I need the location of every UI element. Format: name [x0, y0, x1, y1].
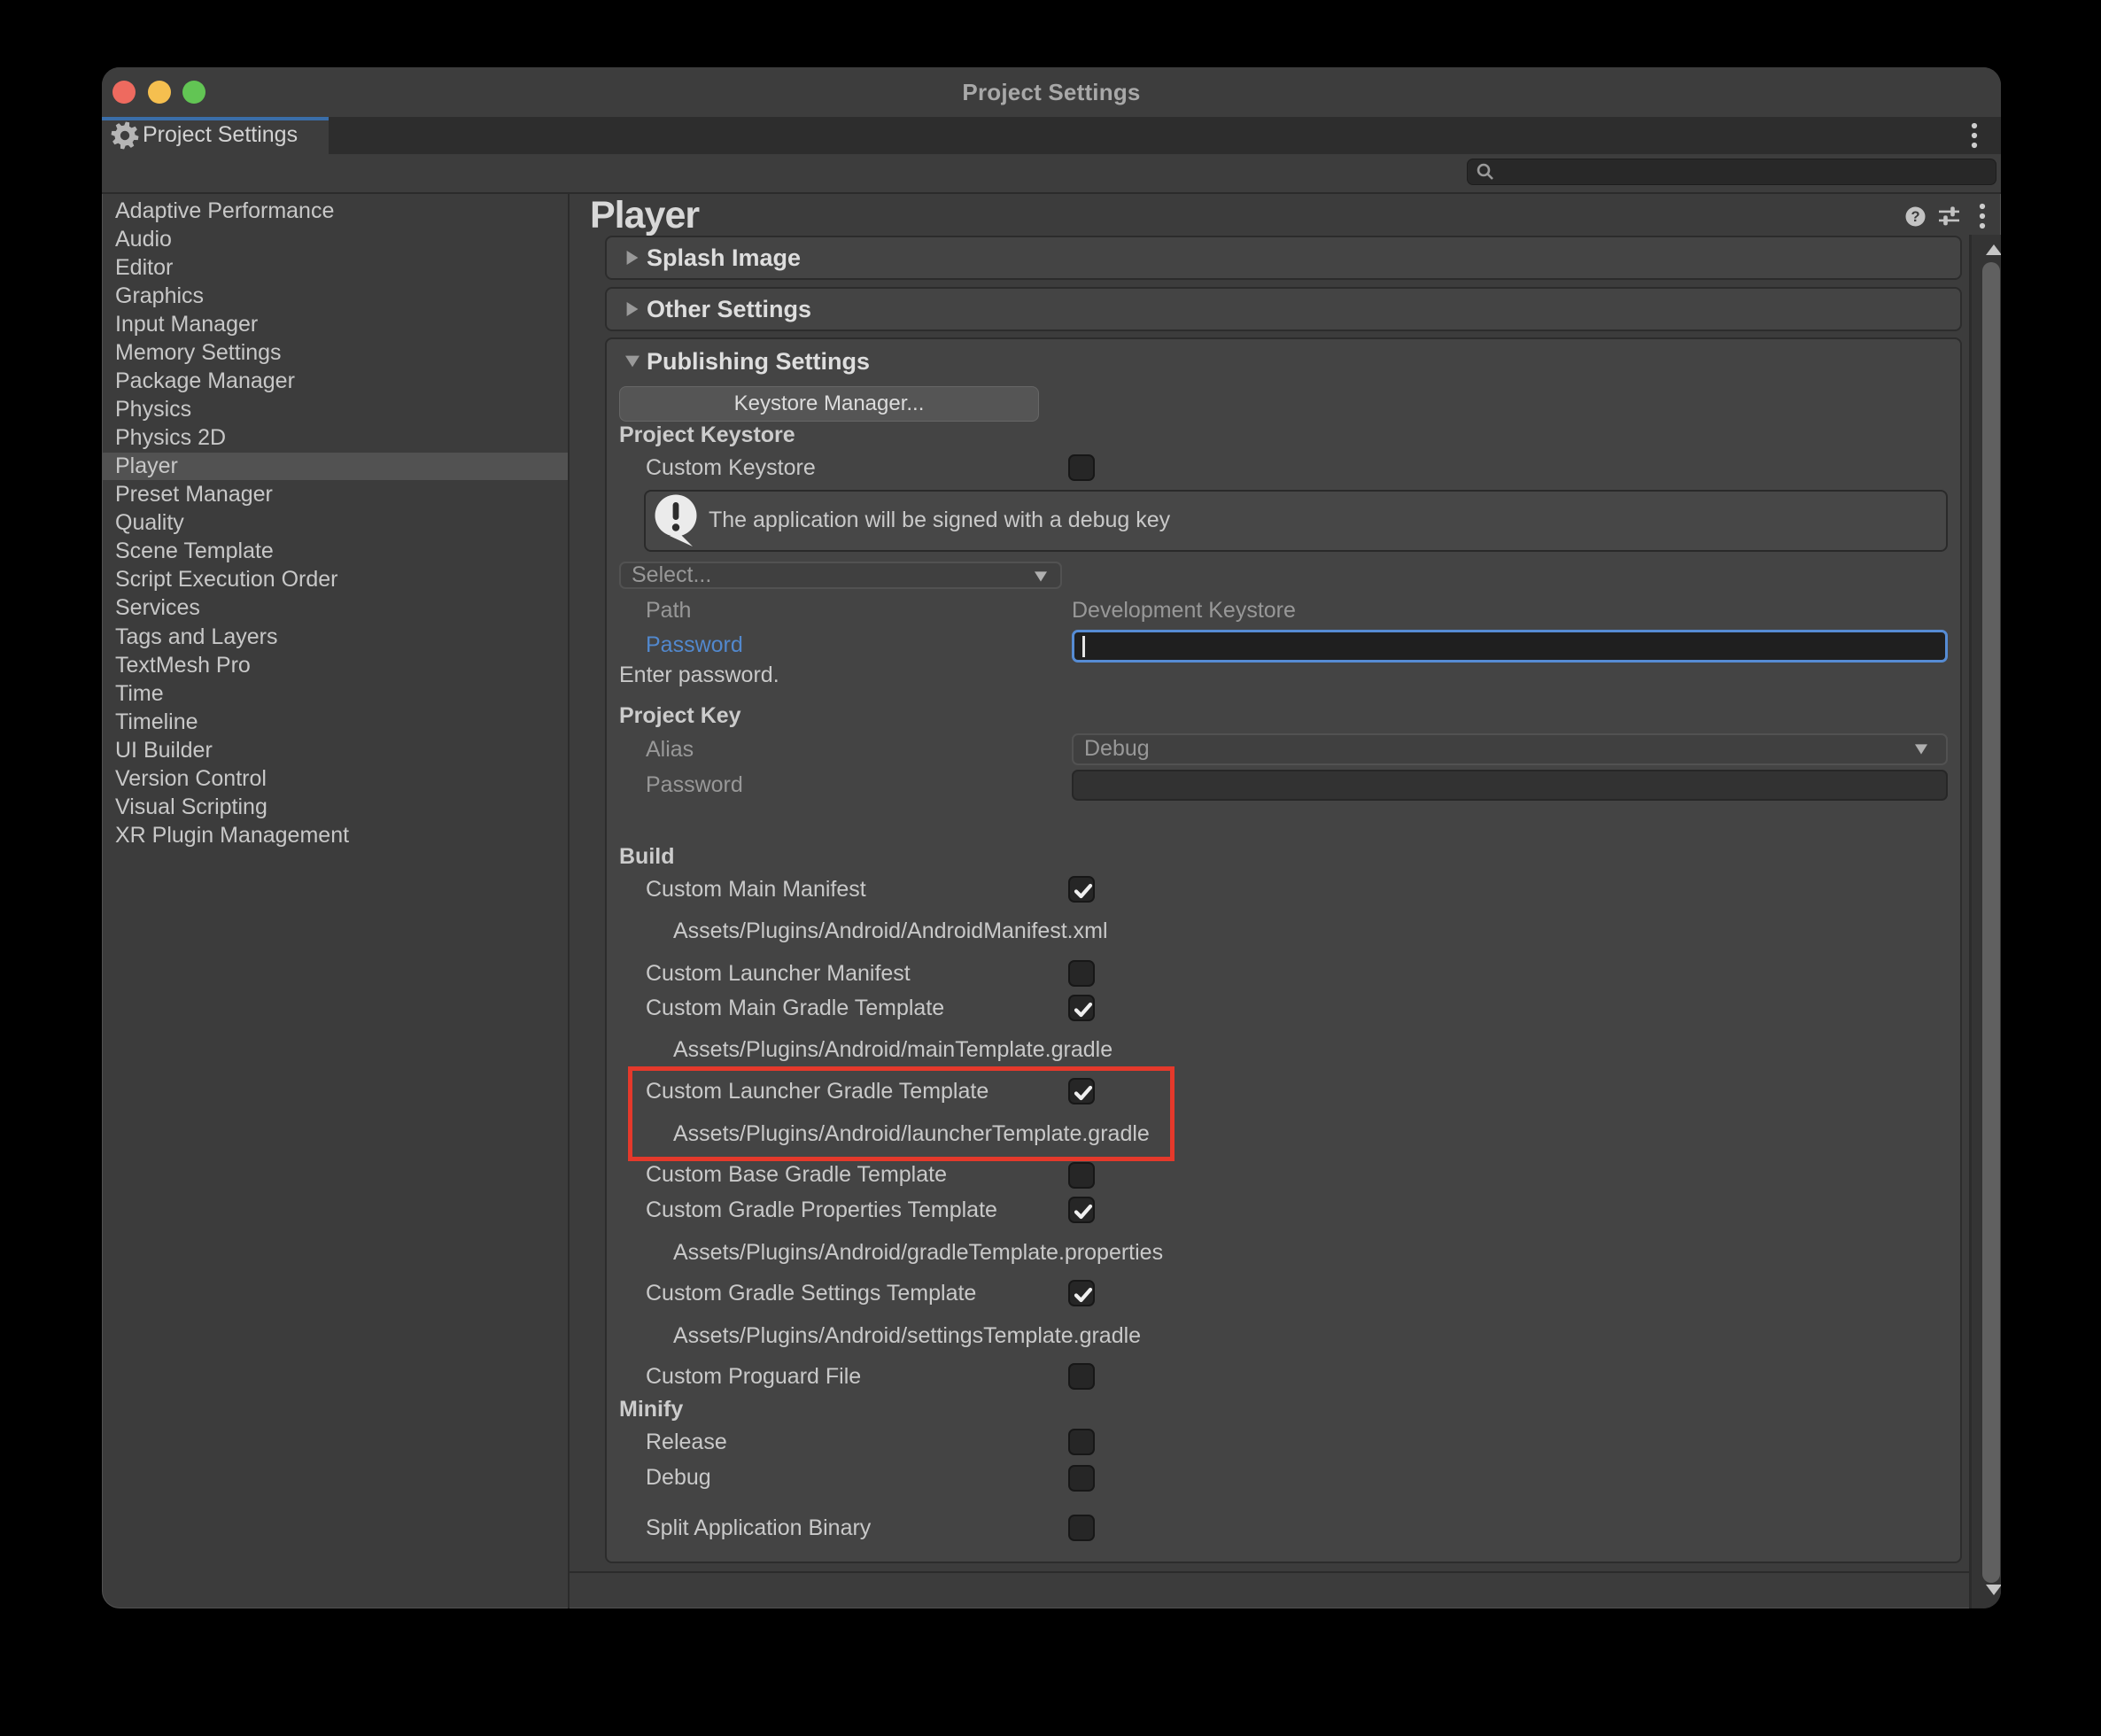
svg-text:?: ?: [1911, 209, 1919, 225]
